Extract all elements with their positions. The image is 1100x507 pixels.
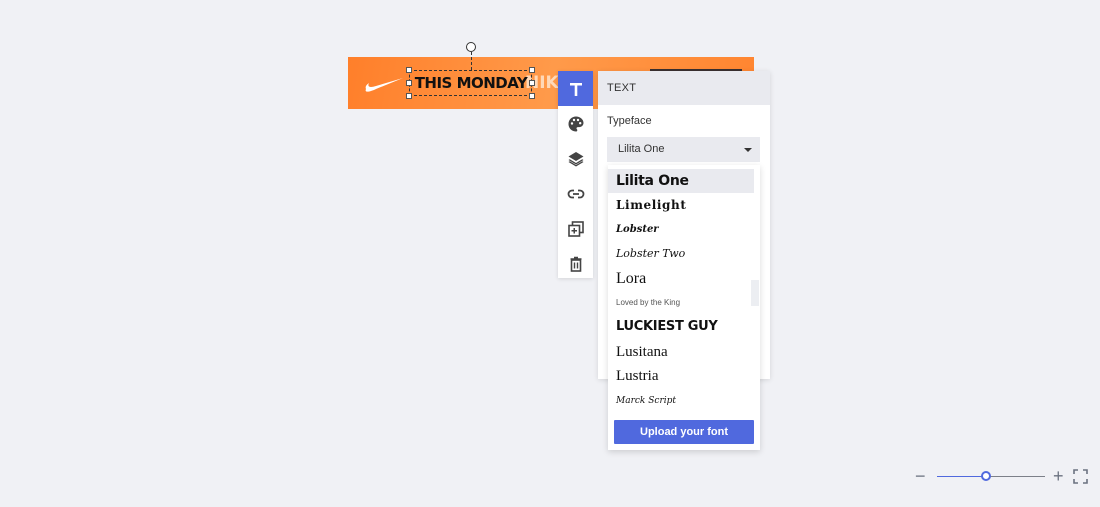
font-option[interactable]: Lusitana <box>608 340 754 364</box>
element-toolbar <box>558 71 593 278</box>
delete-tool-button[interactable] <box>558 246 593 281</box>
font-list[interactable]: Lilita One Limelight Lobster Lobster Two… <box>608 169 754 411</box>
font-option[interactable]: Limelight <box>608 193 754 217</box>
zoom-slider-fill <box>937 476 986 477</box>
zoom-control: − + <box>915 466 1095 486</box>
font-option[interactable]: Lustria <box>608 364 754 388</box>
fullscreen-icon[interactable] <box>1073 469 1088 484</box>
link-tool-button[interactable] <box>558 176 593 211</box>
resize-handle-tl[interactable] <box>406 67 412 73</box>
font-option[interactable]: Marck Script <box>608 389 754 411</box>
font-list-scrollbar[interactable] <box>751 280 759 306</box>
caret-down-icon <box>744 148 752 152</box>
zoom-slider-thumb[interactable] <box>980 471 991 481</box>
zoom-slider[interactable] <box>937 471 1045 481</box>
rotate-connector <box>471 52 472 70</box>
upload-font-button[interactable]: Upload your font <box>614 420 754 444</box>
swoosh-icon <box>365 78 403 92</box>
palette-icon <box>568 116 583 131</box>
font-option[interactable]: Lilita One <box>608 169 754 194</box>
typeface-select-value: Lilita One <box>618 143 665 155</box>
layers-icon <box>568 151 583 166</box>
zoom-in-button[interactable]: + <box>1053 466 1064 486</box>
rotate-handle[interactable] <box>466 42 476 52</box>
duplicate-tool-button[interactable] <box>558 211 593 246</box>
text-icon <box>569 82 582 96</box>
font-option[interactable]: Luckiest Guy <box>608 315 754 339</box>
text-tool-button[interactable] <box>558 71 593 106</box>
color-tool-button[interactable] <box>558 106 593 141</box>
font-option[interactable]: Loved by the King <box>608 291 754 315</box>
resize-handle-bl[interactable] <box>406 93 412 99</box>
font-option[interactable]: Lora <box>608 267 754 291</box>
resize-handle-mr[interactable] <box>529 80 535 86</box>
trash-icon <box>570 256 581 272</box>
resize-handle-ml[interactable] <box>406 80 412 86</box>
duplicate-icon <box>567 220 584 237</box>
font-option[interactable]: Lobster <box>608 218 754 242</box>
resize-handle-br[interactable] <box>529 93 535 99</box>
link-icon <box>567 189 584 198</box>
selection-box <box>409 70 532 96</box>
typeface-select[interactable]: Lilita One <box>607 137 760 162</box>
typeface-label: Typeface <box>607 115 652 127</box>
panel-title: TEXT <box>598 71 770 105</box>
layers-tool-button[interactable] <box>558 141 593 176</box>
font-dropdown: Lilita One Limelight Lobster Lobster Two… <box>608 165 760 450</box>
zoom-out-button[interactable]: − <box>915 466 926 486</box>
resize-handle-tr[interactable] <box>529 67 535 73</box>
font-option[interactable]: Lobster Two <box>608 242 754 266</box>
